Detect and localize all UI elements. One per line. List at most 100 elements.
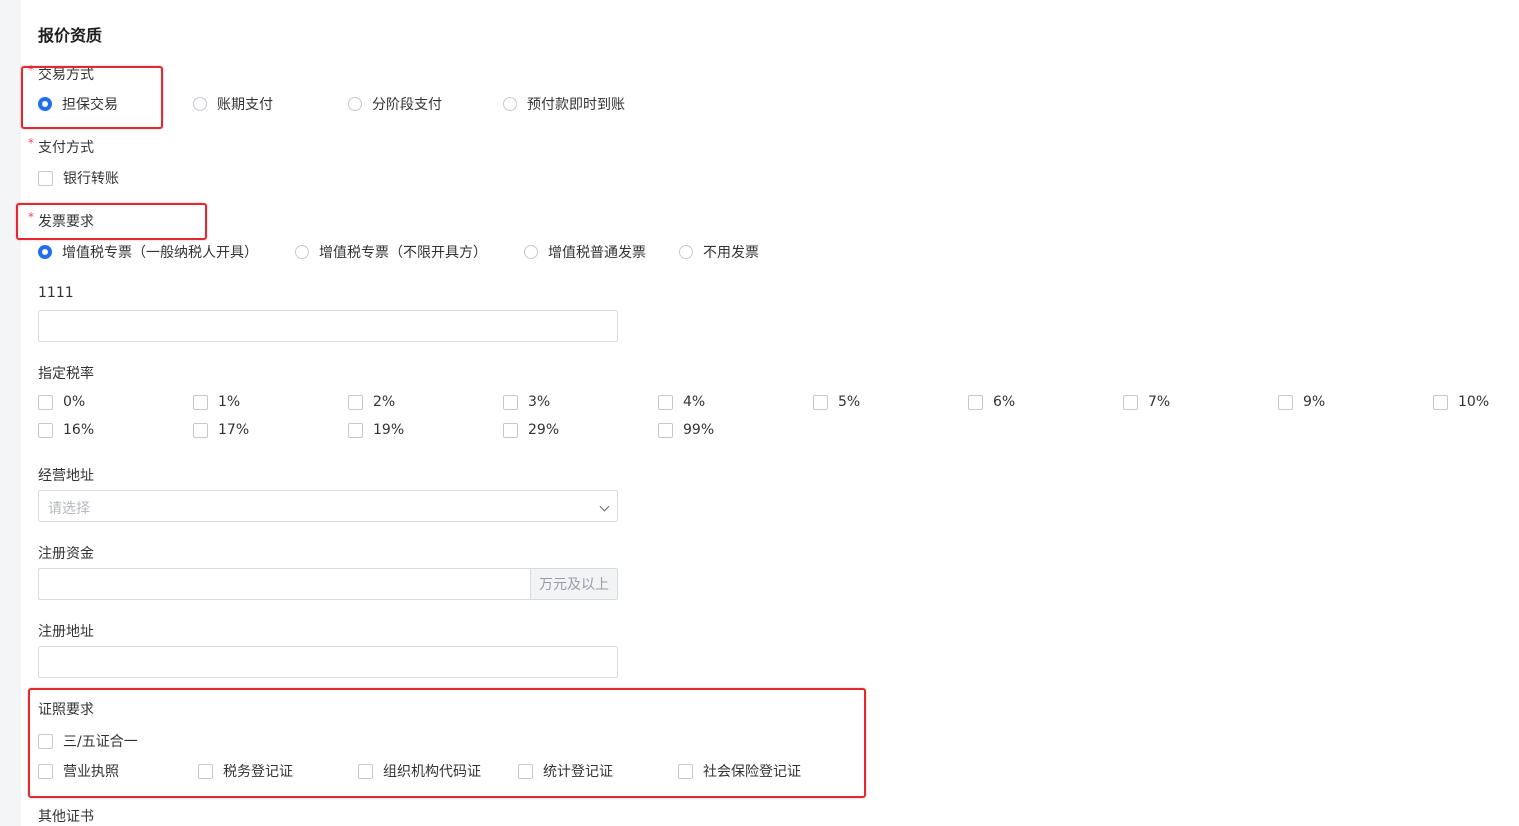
required-mark: *	[28, 136, 34, 150]
field-1111-label: 1111	[38, 285, 74, 301]
checkbox-icon	[518, 763, 533, 779]
checkbox-tax-rate[interactable]: 5%	[813, 394, 860, 410]
invoice-label-text: 发票要求	[38, 214, 94, 230]
checkbox-tax-rate[interactable]: 17%	[193, 422, 249, 438]
checkbox-tax-rate[interactable]: 7%	[1123, 394, 1170, 410]
registered-address-label: 注册地址	[38, 624, 94, 640]
required-mark: *	[28, 210, 34, 224]
checkbox-bank-transfer[interactable]: 银行转账	[38, 168, 119, 188]
left-rail	[0, 0, 21, 826]
radio-icon	[679, 245, 693, 259]
registered-capital-input[interactable]: 万元及以上	[38, 568, 618, 600]
radio-label: 分阶段支付	[372, 97, 442, 113]
registered-capital-suffix: 万元及以上	[530, 569, 617, 599]
checkbox-label: 10%	[1458, 394, 1490, 410]
checkbox-label: 6%	[993, 394, 1016, 410]
radio-label: 增值税专票（一般纳税人开具）	[62, 245, 258, 261]
checkbox-tax-rate[interactable]: 4%	[658, 394, 705, 410]
other-certificates-label: 其他证书	[38, 809, 94, 825]
tax-rate-label: 指定税率	[38, 366, 94, 382]
checkbox-label: 16%	[63, 422, 95, 438]
radio-label: 预付款即时到账	[527, 97, 625, 113]
checkbox-label: 2%	[373, 394, 396, 410]
checkbox-tax-rate[interactable]: 9%	[1278, 394, 1325, 410]
checkbox-tax-rate[interactable]: 99%	[658, 422, 714, 438]
checkbox-icon	[1433, 394, 1448, 410]
checkbox-icon	[38, 422, 53, 438]
checkbox-tax-rate[interactable]: 19%	[348, 422, 404, 438]
radio-selected-icon	[38, 97, 52, 111]
checkbox-icon	[1123, 394, 1138, 410]
radio-label: 担保交易	[62, 97, 118, 113]
checkbox-icon	[658, 422, 673, 438]
radio-trade-guarantee[interactable]: 担保交易	[38, 94, 118, 114]
checkbox-tax-rate[interactable]: 1%	[193, 394, 240, 410]
checkbox-icon	[38, 733, 53, 749]
select-placeholder: 请选择	[48, 501, 90, 517]
required-mark: *	[28, 63, 34, 77]
payment-method-label-text: 支付方式	[38, 140, 94, 156]
checkbox-label: 三/五证合一	[63, 734, 138, 750]
checkbox-tax-rate[interactable]: 2%	[348, 394, 395, 410]
radio-icon	[503, 97, 517, 111]
chevron-down-icon	[599, 501, 610, 512]
section-title: 报价资质	[38, 26, 103, 45]
checkbox-icon	[658, 394, 673, 410]
radio-invoice-normal[interactable]: 增值税普通发票	[524, 242, 646, 262]
radio-trade-staged[interactable]: 分阶段支付	[348, 94, 442, 114]
checkbox-label: 0%	[63, 394, 86, 410]
radio-label: 账期支付	[217, 97, 273, 113]
checkbox-icon	[968, 394, 983, 410]
checkbox-label: 99%	[683, 422, 715, 438]
checkbox-label: 银行转账	[63, 171, 119, 187]
checkbox-label: 5%	[838, 394, 861, 410]
checkbox-icon	[348, 422, 363, 438]
radio-trade-prepay[interactable]: 预付款即时到账	[503, 94, 625, 114]
checkbox-license-combined[interactable]: 三/五证合一	[38, 731, 138, 751]
payment-method-label: * 支付方式	[28, 136, 94, 157]
checkbox-icon	[503, 422, 518, 438]
registered-address-input[interactable]	[38, 646, 618, 678]
checkbox-icon	[38, 394, 53, 410]
checkbox-icon	[38, 170, 53, 186]
checkbox-license[interactable]: 社会保险登记证	[678, 761, 801, 781]
checkbox-icon	[1278, 394, 1293, 410]
field-1111-input[interactable]	[38, 310, 618, 342]
radio-label: 增值税专票（不限开具方）	[319, 245, 487, 261]
checkbox-icon	[193, 422, 208, 438]
checkbox-tax-rate[interactable]: 6%	[968, 394, 1015, 410]
business-address-select[interactable]: 请选择	[38, 490, 618, 522]
checkbox-icon	[38, 763, 53, 779]
checkbox-tax-rate[interactable]: 29%	[503, 422, 559, 438]
checkbox-tax-rate[interactable]: 16%	[38, 422, 94, 438]
checkbox-icon	[348, 394, 363, 410]
checkbox-label: 29%	[528, 422, 560, 438]
checkbox-license[interactable]: 统计登记证	[518, 761, 613, 781]
checkbox-tax-rate[interactable]: 3%	[503, 394, 550, 410]
radio-invoice-special-general[interactable]: 增值税专票（一般纳税人开具）	[38, 242, 258, 262]
checkbox-icon	[503, 394, 518, 410]
trade-method-label-text: 交易方式	[38, 67, 94, 83]
checkbox-label: 4%	[683, 394, 706, 410]
checkbox-tax-rate[interactable]: 10%	[1433, 394, 1489, 410]
checkbox-label: 17%	[218, 422, 250, 438]
checkbox-icon	[813, 394, 828, 410]
checkbox-label: 19%	[373, 422, 405, 438]
checkbox-license[interactable]: 税务登记证	[198, 761, 293, 781]
radio-invoice-special-any[interactable]: 增值税专票（不限开具方）	[295, 242, 487, 262]
radio-trade-credit-period[interactable]: 账期支付	[193, 94, 273, 114]
checkbox-icon	[193, 394, 208, 410]
radio-icon	[193, 97, 207, 111]
checkbox-tax-rate[interactable]: 0%	[38, 394, 85, 410]
checkbox-label: 1%	[218, 394, 241, 410]
business-address-label: 经营地址	[38, 468, 94, 484]
invoice-label: * 发票要求	[28, 210, 94, 231]
radio-invoice-none[interactable]: 不用发票	[679, 242, 759, 262]
checkbox-label: 营业执照	[63, 764, 119, 780]
checkbox-license[interactable]: 组织机构代码证	[358, 761, 481, 781]
highlight-box-license	[28, 688, 866, 798]
license-label: 证照要求	[38, 702, 94, 718]
checkbox-icon	[198, 763, 213, 779]
checkbox-license[interactable]: 营业执照	[38, 761, 119, 781]
trade-method-label: * 交易方式	[28, 63, 94, 84]
